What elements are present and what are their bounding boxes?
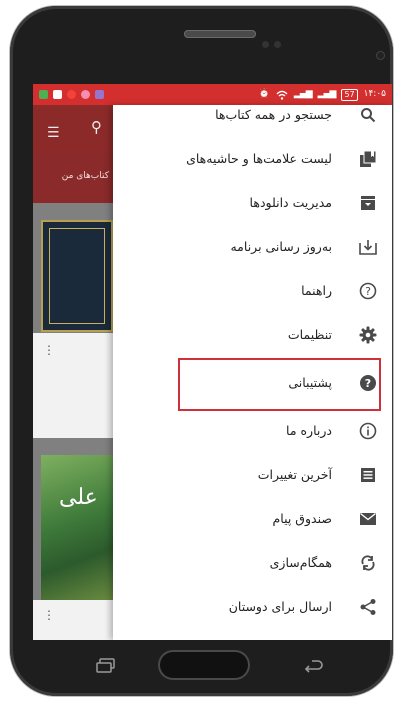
drawer-item-label: تنظیمات [287, 327, 332, 342]
drawer-item-latest-changes[interactable]: آخرین تغییرات [113, 453, 392, 497]
support-highlight-box [178, 358, 381, 411]
drawer-item-search-all-books[interactable]: جستجو در همه کتاب‌ها [113, 93, 392, 137]
drawer-item-label: مدیریت دانلودها [249, 195, 332, 210]
drawer-item-label: ارسال برای دوستان [228, 599, 332, 614]
earpiece-speaker [184, 30, 256, 38]
drawer-item-label: همگام‌سازی [269, 555, 332, 570]
back-icon[interactable] [303, 658, 325, 674]
share-icon [358, 597, 378, 617]
drawer-item-label: جستجو در همه کتاب‌ها [215, 107, 332, 122]
recent-apps-icon[interactable] [95, 658, 117, 674]
sync-icon [358, 553, 378, 573]
search-icon[interactable]: ⚲ [91, 118, 102, 136]
drawer-item-label: راهنما [301, 283, 332, 298]
book-cover[interactable]: علی [41, 455, 113, 600]
book-cover-title: علی [59, 485, 98, 510]
drawer-item-share-with-friends[interactable]: ارسال برای دوستان [113, 585, 392, 629]
proximity-sensor [262, 41, 269, 48]
screen: ⏰ ▂▄▆ ▂▄▆ 57 ۱۴:۰۵ ☰ ⚲ کتاب‌های من ⋮ علی [33, 84, 392, 640]
drawer-item-help[interactable]: راهنما ? [113, 269, 392, 313]
notification-app-icon [53, 90, 62, 99]
svg-text:?: ? [365, 285, 371, 298]
download-update-icon [358, 237, 378, 257]
tab-label: کتاب‌های من [61, 171, 109, 181]
book-cover[interactable] [41, 220, 113, 332]
drawer-item-about-us[interactable]: درباره ما [113, 409, 392, 453]
book-card[interactable]: ⋮ [33, 333, 113, 438]
more-options-icon[interactable]: ⋮ [43, 343, 55, 357]
navigation-drawer: جستجو در همه کتاب‌ها لیست علامت‌ها و حاش… [113, 105, 392, 640]
drawer-item-update-app[interactable]: به‌روز رسانی برنامه [113, 225, 392, 269]
drawer-item-bookmarks[interactable]: لیست علامت‌ها و حاشیه‌های [113, 137, 392, 181]
light-sensor [274, 41, 281, 48]
search-icon [358, 105, 378, 125]
drawer-item-inbox[interactable]: صندوق پیام [113, 497, 392, 541]
archive-box-icon [358, 193, 378, 213]
help-outline-icon: ? [358, 281, 378, 301]
app-toolbar: ☰ ⚲ [33, 105, 113, 153]
info-icon [358, 421, 378, 441]
menu-icon[interactable]: ☰ [47, 125, 60, 141]
drawer-item-settings[interactable]: تنظیمات [113, 313, 392, 357]
book-card[interactable]: ⋮ [33, 600, 113, 640]
gear-icon [358, 325, 378, 345]
more-options-icon[interactable]: ⋮ [43, 608, 55, 622]
drawer-item-sync[interactable]: همگام‌سازی [113, 541, 392, 585]
notification-app-icon [81, 90, 90, 99]
home-button[interactable] [158, 650, 250, 680]
list-icon [358, 465, 378, 485]
drawer-item-label: آخرین تغییرات [257, 467, 332, 482]
drawer-item-label: به‌روز رسانی برنامه [230, 239, 332, 254]
front-camera [377, 52, 384, 59]
background-app: ☰ ⚲ کتاب‌های من ⋮ علی ⋮ [33, 105, 113, 640]
drawer-item-label: لیست علامت‌ها و حاشیه‌های [186, 151, 332, 166]
notification-app-icon [67, 90, 76, 99]
mail-icon [358, 509, 378, 529]
drawer-item-label: صندوق پیام [272, 511, 332, 526]
notification-app-icon [39, 90, 48, 99]
drawer-item-download-manager[interactable]: مدیریت دانلودها [113, 181, 392, 225]
tab-my-books[interactable]: کتاب‌های من [33, 153, 113, 203]
notification-app-icon [95, 90, 104, 99]
notification-icons [39, 84, 104, 105]
bookmarks-icon [358, 149, 378, 169]
drawer-item-label: درباره ما [286, 423, 332, 438]
